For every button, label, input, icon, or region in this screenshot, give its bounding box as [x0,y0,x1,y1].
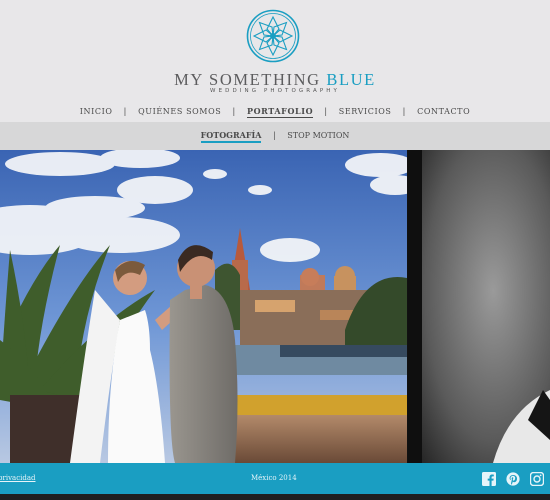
subnav-item-fotografia[interactable]: FOTOGRAFÍA [200,130,262,143]
nav-item-contacto[interactable]: CONTACTO [417,107,470,116]
copyright-text: México 2014 [251,474,297,482]
instagram-icon[interactable] [530,472,544,486]
flower-logo-icon[interactable] [246,9,300,63]
main-nav: INICIO | QUIÉNES SOMOS | PORTAFOLIO | SE… [0,106,550,118]
pinterest-icon[interactable] [506,472,520,486]
photo-gallery[interactable] [0,150,550,463]
sub-nav: FOTOGRAFÍA | STOP MOTION [0,130,550,143]
wedding-couple-photo[interactable] [0,150,407,463]
brand-name[interactable]: MY SOMETHING BLUE [0,70,550,90]
nav-item-inicio[interactable]: INICIO [80,107,113,116]
site-footer: privacidad México 2014 [0,463,550,494]
brand-tagline: WEDDING PHOTOGRAPHY [210,88,340,94]
subnav-item-stop-motion[interactable]: STOP MOTION [287,131,349,140]
brand-name-main: MY SOMETHING [174,70,327,89]
black-white-portrait-photo[interactable] [408,150,550,463]
nav-separator: | [402,107,406,116]
nav-separator: | [232,107,236,116]
subnav-separator: | [273,131,276,140]
nav-item-quienes-somos[interactable]: QUIÉNES SOMOS [138,107,221,116]
nav-separator: | [324,107,328,116]
nav-separator: | [123,107,127,116]
bottom-strip [0,494,550,500]
facebook-icon[interactable] [482,472,496,486]
privacy-link[interactable]: privacidad [0,474,36,482]
site-header: MY SOMETHING BLUE WEDDING PHOTOGRAPHY IN… [0,0,550,122]
nav-item-servicios[interactable]: SERVICIOS [339,107,392,116]
brand-name-accent: BLUE [326,70,376,89]
nav-item-portafolio[interactable]: PORTAFOLIO [246,106,314,118]
